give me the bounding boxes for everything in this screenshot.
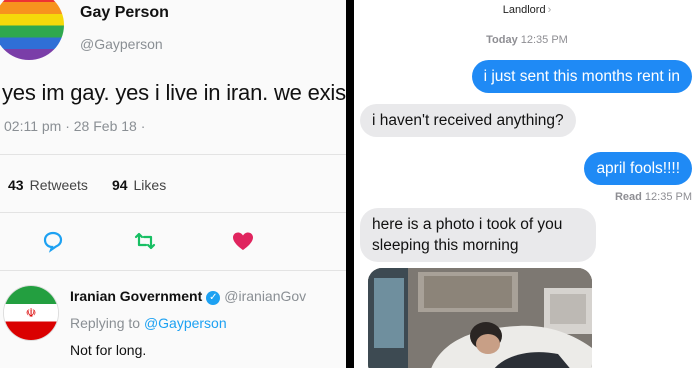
reply-handle[interactable]: @iranianGov [224, 288, 306, 304]
message-bubble-received[interactable]: i haven't received anything? [360, 104, 576, 137]
reply-icon[interactable] [40, 228, 66, 254]
read-receipt: Read 12:35 PM [615, 191, 692, 203]
likes-count[interactable]: 94 [112, 177, 128, 193]
like-heart-icon[interactable] [230, 228, 256, 254]
photo-image [368, 268, 592, 368]
read-label: Read [614, 191, 642, 203]
message-bubble-received[interactable]: here is a photo i took of you sleeping t… [360, 208, 596, 262]
sleeping-photo-attachment[interactable] [368, 268, 592, 368]
imessage-panel: Landlord › Today 12:35 PM i just sent thi… [354, 0, 700, 368]
tweet-stats: 43 Retweets 94 Likes [8, 177, 166, 193]
read-time: 12:35 PM [644, 191, 692, 203]
divider [0, 270, 346, 271]
conversation-header[interactable]: Landlord › [354, 4, 700, 16]
replying-prefix: Replying to [70, 315, 141, 331]
message-bubble-sent[interactable]: april fools!!!! [584, 152, 692, 185]
timestamp-time: 12:35 PM [520, 34, 568, 46]
divider [0, 212, 346, 213]
retweets-count[interactable]: 43 [8, 177, 24, 193]
message-bubble-sent[interactable]: i just sent this months rent in [471, 60, 692, 93]
panel-divider [346, 0, 354, 368]
timestamp-day: Today [486, 34, 518, 46]
tweet-handle[interactable]: @Gayperson [80, 36, 163, 52]
tweet-display-name[interactable]: Gay Person [80, 4, 169, 22]
rainbow-avatar[interactable] [0, 0, 64, 60]
replying-to: Replying to @Gayperson [70, 315, 227, 331]
replying-mention-link[interactable]: @Gayperson [144, 315, 227, 331]
divider [0, 154, 346, 155]
retweets-label[interactable]: Retweets [30, 177, 88, 193]
likes-label[interactable]: Likes [134, 177, 167, 193]
retweet-icon[interactable] [132, 228, 158, 254]
tweet-text: yes im gay. yes i live in iran. we exist [2, 80, 346, 105]
tweet-panel: Gay Person @Gayperson yes im gay. yes i … [0, 0, 346, 368]
reply-display-name[interactable]: Iranian Government [70, 288, 202, 304]
iran-flag-avatar[interactable]: ☫ [4, 286, 58, 340]
contact-name[interactable]: Landlord [503, 4, 546, 16]
reply-author: Iranian Government ✓ @iranianGov [70, 288, 306, 305]
verified-badge-icon: ✓ [206, 291, 221, 305]
reply-text: Not for long. [70, 342, 147, 358]
conversation-timestamp: Today 12:35 PM [354, 34, 700, 46]
tweet-timestamp[interactable]: 02:11 pm · 28 Feb 18 · [4, 118, 145, 134]
chevron-right-icon: › [547, 4, 552, 16]
iran-emblem-icon: ☫ [25, 306, 37, 320]
